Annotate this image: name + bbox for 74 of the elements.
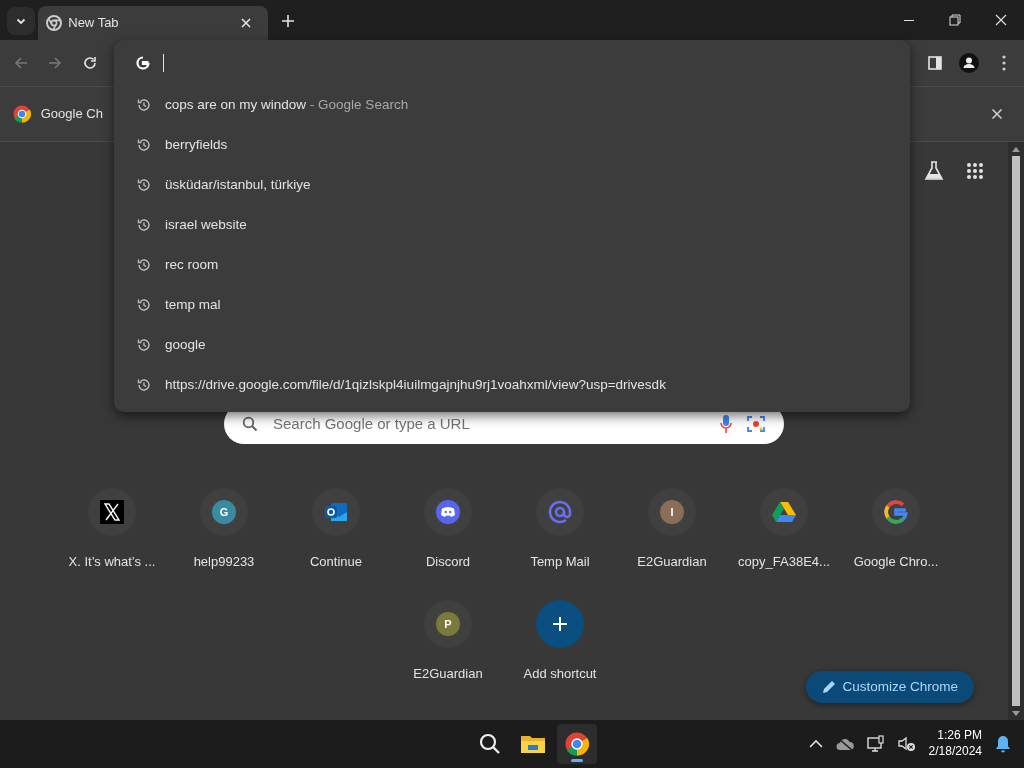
chrome-icon — [45, 15, 62, 31]
suggestion-item[interactable]: rec room — [114, 245, 910, 285]
chrome-logo-icon — [564, 732, 589, 756]
history-icon — [136, 177, 152, 193]
letter-avatar: G — [212, 500, 236, 525]
history-icon — [136, 217, 152, 233]
history-icon — [136, 97, 152, 113]
person-icon — [959, 53, 979, 73]
google-logo-icon — [884, 500, 908, 525]
close-icon — [239, 17, 252, 29]
suggestion-item[interactable]: cops are on my window - Google Search — [114, 85, 910, 125]
shortcut-tile[interactable]: Discord — [392, 468, 504, 580]
search-field[interactable]: Search Google or type a URL — [271, 411, 706, 437]
reload-icon — [81, 55, 98, 71]
taskbar-clock[interactable]: 1:26 PM 2/18/2024 — [928, 728, 982, 760]
bell-icon[interactable] — [995, 735, 1011, 753]
suggestion-item[interactable]: temp mal — [114, 285, 910, 325]
at-sign-icon — [548, 500, 572, 525]
triangle-logo-icon — [772, 501, 796, 524]
history-icon — [136, 337, 152, 353]
suggestion-item[interactable]: https://drive.google.com/file/d/1qizlskpl4iuilmgajnjhu9rj1voahxml/view?usp=drivesdk — [114, 365, 910, 405]
add-shortcut-button[interactable]: Add shortcut — [504, 580, 616, 692]
letter-avatar: I — [660, 500, 684, 525]
flask-icon — [922, 160, 945, 182]
chrome-logo-icon — [13, 105, 31, 123]
infobar-text: Google Ch — [40, 105, 103, 124]
shortcut-tile[interactable]: I E2Guardian — [616, 468, 728, 580]
suggestion-item[interactable]: google — [114, 325, 910, 365]
microphone-icon[interactable] — [719, 414, 733, 434]
network-icon[interactable] — [866, 735, 885, 753]
plus-icon — [281, 13, 296, 28]
menu-icon — [1001, 55, 1006, 71]
restore-icon — [946, 12, 964, 28]
arrow-right-icon — [47, 55, 63, 71]
camera-icon[interactable] — [746, 414, 766, 434]
apps-icon — [965, 162, 984, 180]
game-controller-icon — [436, 500, 460, 525]
cloud-off-icon[interactable] — [835, 737, 854, 751]
scroll-down-icon[interactable] — [1012, 710, 1020, 716]
scroll-up-icon[interactable] — [1012, 146, 1020, 152]
letter-avatar: P — [436, 612, 460, 637]
shortcut-tile[interactable]: G help99233 — [168, 468, 280, 580]
tab-search-button[interactable] — [6, 6, 35, 35]
search-icon — [478, 732, 502, 756]
history-icon — [136, 257, 152, 273]
browser-tab[interactable]: New Tab — [37, 6, 268, 40]
suggestion-item[interactable]: üsküdar/istanbul, türkiye — [114, 165, 910, 205]
shortcut-tile[interactable]: Continue — [280, 468, 392, 580]
google-g-icon — [136, 55, 150, 70]
shortcut-tile[interactable]: X. It’s what’s ... — [56, 468, 168, 580]
customize-chrome-button[interactable]: Customize Chrome — [805, 671, 974, 703]
history-icon — [136, 137, 152, 153]
browser-taskbar-button[interactable] — [556, 724, 597, 764]
shortcut-tile[interactable]: P E2Guardian — [392, 580, 504, 692]
close-icon — [991, 108, 1003, 120]
shortcut-tile[interactable]: Temp Mail — [504, 468, 616, 580]
suggestion-item[interactable]: israel website — [114, 205, 910, 245]
history-icon — [136, 377, 152, 393]
arrow-left-icon — [12, 55, 29, 71]
x-logo-icon — [100, 500, 124, 525]
minimize-icon — [904, 19, 914, 21]
pencil-icon — [821, 680, 836, 694]
history-icon — [136, 297, 152, 313]
shortcut-tile[interactable]: copy_FA38E4... — [728, 468, 840, 580]
tab-title: New Tab — [68, 14, 120, 33]
shortcut-tile[interactable]: Google Chro... — [840, 468, 952, 580]
plus-icon — [552, 616, 568, 633]
suggestion-item[interactable]: berryfields — [114, 125, 910, 165]
speaker-muted-icon[interactable] — [897, 736, 916, 752]
side-panel-icon — [926, 55, 943, 71]
chevron-up-icon[interactable] — [808, 739, 823, 749]
search-icon — [242, 416, 258, 432]
scrollbar[interactable] — [1008, 142, 1024, 720]
folder-icon — [520, 733, 547, 755]
